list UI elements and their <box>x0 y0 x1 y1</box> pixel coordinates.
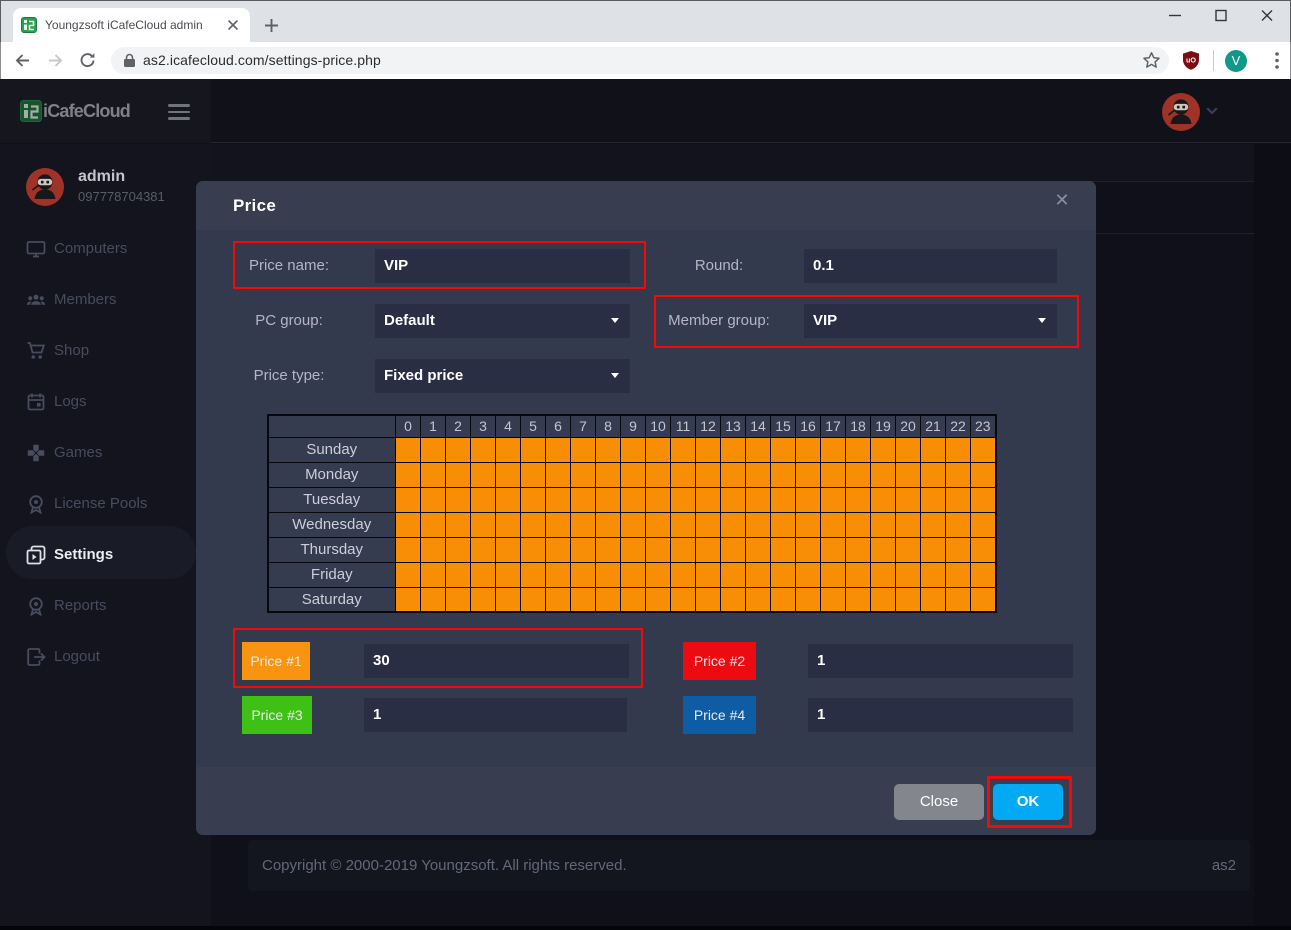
svg-text:uO: uO <box>1186 56 1196 65</box>
